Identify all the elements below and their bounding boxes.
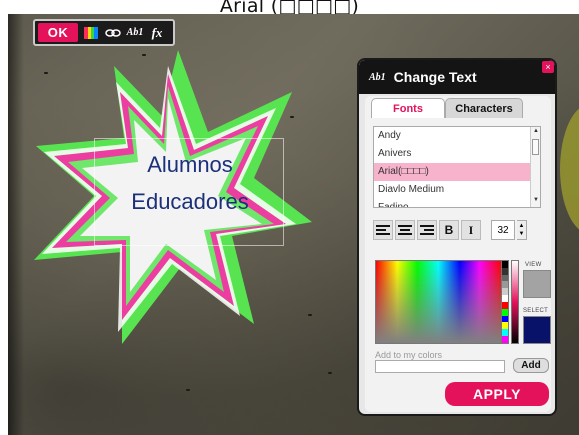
scroll-down-icon[interactable]: ▼ (531, 197, 540, 206)
panel-tabs: Fonts Characters (371, 98, 523, 118)
swatch[interactable] (502, 329, 508, 337)
background-speck (328, 372, 332, 374)
text-edit-icon[interactable]: Ab1 (126, 23, 144, 42)
swatch[interactable] (502, 308, 508, 316)
selected-color-swatch (523, 316, 551, 344)
swatch[interactable] (502, 322, 508, 330)
panel-body: Fonts Characters Andy Anivers Arial(□□□□… (365, 96, 551, 412)
background-shape (560, 104, 579, 234)
background-speck (186, 389, 190, 391)
scroll-up-icon[interactable]: ▲ (531, 128, 540, 137)
color-spectrum[interactable] (375, 260, 502, 344)
swatch[interactable] (502, 301, 508, 309)
swatch[interactable] (502, 336, 508, 343)
add-color-input[interactable] (375, 360, 505, 373)
change-text-panel: Ab1 Change Text × Fonts Characters Andy … (357, 58, 557, 416)
link-icon[interactable] (104, 23, 122, 42)
font-list[interactable]: Andy Anivers Arial(□□□□) Diavlo Medium F… (373, 126, 541, 208)
font-item-fadino[interactable]: Fadino (374, 199, 540, 207)
panel-header: Ab1 Change Text × (359, 60, 555, 94)
stepper-down-icon[interactable]: ▼ (519, 230, 525, 238)
canvas-text-line1: Alumnos (147, 152, 233, 177)
view-color-preview (523, 270, 551, 298)
format-toolbar: B I 32 ▲ ▼ (373, 220, 527, 240)
lightness-slider[interactable] (511, 260, 519, 344)
tab-characters[interactable]: Characters (445, 98, 523, 118)
swatch[interactable] (502, 267, 508, 275)
apply-button[interactable]: APPLY (445, 382, 549, 406)
swatch[interactable] (502, 274, 508, 282)
font-size-stepper[interactable]: ▲ ▼ (517, 220, 527, 240)
tab-fonts[interactable]: Fonts (371, 98, 445, 118)
align-left-icon[interactable] (373, 220, 393, 240)
canvas-text-line2: Educadores (131, 189, 249, 214)
text-icon: Ab1 (369, 71, 386, 83)
font-list-scrollbar[interactable]: ▲ ▼ (530, 127, 540, 207)
font-item-diavlo-medium[interactable]: Diavlo Medium (374, 181, 540, 199)
close-icon[interactable]: × (542, 61, 554, 73)
bold-button[interactable]: B (439, 220, 459, 240)
top-toolbar: OK Ab1 fx (33, 19, 175, 46)
preset-swatches[interactable] (502, 260, 509, 344)
panel-title: Change Text (393, 69, 477, 85)
align-center-icon[interactable] (395, 220, 415, 240)
font-item-anivers[interactable]: Anivers (374, 145, 540, 163)
swatch[interactable] (502, 261, 508, 268)
swatch[interactable] (502, 281, 508, 289)
color-palette-icon[interactable] (82, 23, 100, 42)
add-colors-label: Add to my colors (375, 350, 443, 360)
font-item-andy[interactable]: Andy (374, 127, 540, 145)
stepper-up-icon[interactable]: ▲ (519, 222, 525, 230)
font-item-arial[interactable]: Arial(□□□□) (374, 163, 540, 181)
canvas-text[interactable]: Alumnos Educadores (100, 146, 280, 220)
swatch[interactable] (502, 288, 508, 296)
ok-button[interactable]: OK (38, 23, 78, 42)
swatch[interactable] (502, 315, 508, 323)
select-label: SELECT (523, 308, 549, 314)
font-size-input[interactable]: 32 (491, 220, 515, 240)
italic-button[interactable]: I (461, 220, 481, 240)
swatch[interactable] (502, 295, 508, 302)
add-color-button[interactable]: Add (513, 358, 549, 373)
view-label: VIEW (525, 262, 542, 268)
scroll-thumb[interactable] (532, 139, 539, 155)
align-right-icon[interactable] (417, 220, 437, 240)
effects-icon[interactable]: fx (148, 23, 166, 42)
